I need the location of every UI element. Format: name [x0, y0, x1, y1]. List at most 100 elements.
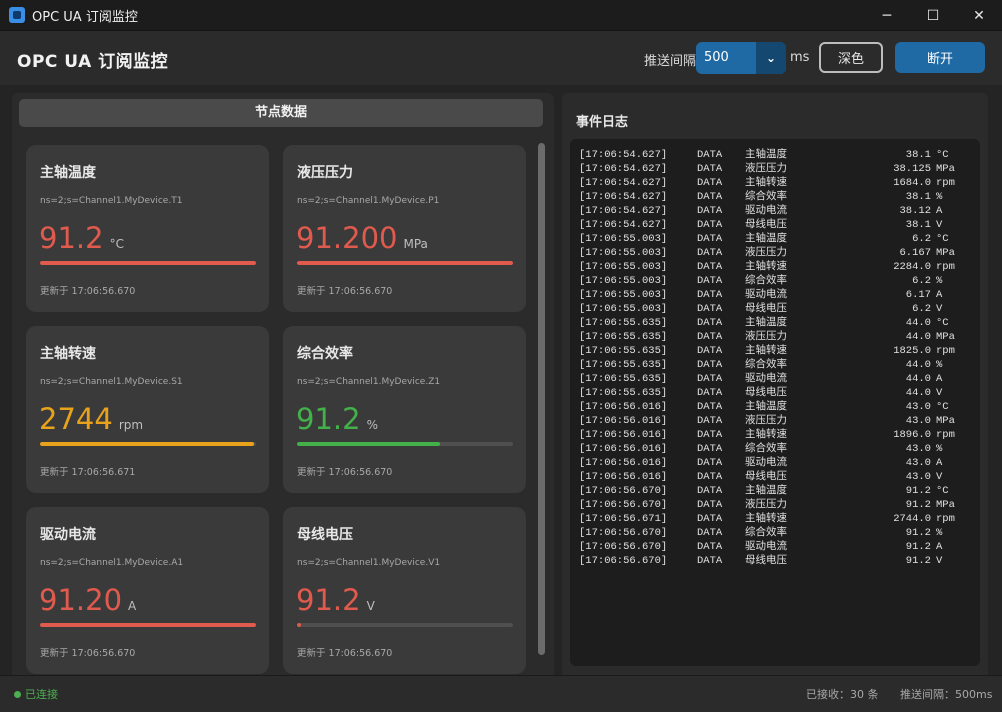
event-log[interactable]: [17:06:54.627] DATA 主轴温度 38.1 °C [17:06:54.62… [570, 139, 980, 666]
log-unit: °C [936, 233, 949, 245]
log-value: 38.1 [905, 149, 931, 161]
log-time: [17:06:56.670] [579, 485, 668, 497]
log-unit: MPa [936, 499, 955, 511]
log-value: 91.2 [905, 485, 931, 497]
node-progress-fill [297, 442, 440, 446]
log-time: [17:06:55.003] [579, 233, 668, 245]
log-time: [17:06:56.016] [579, 401, 668, 413]
log-unit: MPa [936, 331, 955, 343]
status-interval: 推送间隔：500ms [900, 688, 993, 701]
log-time: [17:06:56.670] [579, 541, 668, 553]
log-line: [17:06:56.016] DATA 母线电压 43.0 V [579, 470, 980, 484]
header: OPC UA 订阅监控 推送间隔 500 ⌄ ms 深色 断开 [0, 31, 1002, 85]
app-icon [9, 7, 25, 23]
log-value: 44.0 [905, 387, 931, 399]
nodes-scrollbar[interactable] [538, 143, 545, 655]
node-progress-fill [40, 261, 256, 265]
node-unit: °C [109, 237, 124, 251]
log-kind: DATA [697, 233, 723, 245]
log-line: [17:06:55.635] DATA 母线电压 44.0 V [579, 386, 980, 400]
log-value: 2284.0 [893, 261, 931, 273]
log-value: 91.2 [905, 527, 931, 539]
node-id: ns=2;s=Channel1.MyDevice.Z1 [297, 377, 441, 387]
node-card-title: 驱动电流 [40, 527, 96, 543]
log-value: 91.2 [905, 555, 931, 567]
node-progress-fill [40, 442, 254, 446]
log-line: [17:06:56.016] DATA 主轴转速 1896.0 rpm [579, 428, 980, 442]
node-id: ns=2;s=Channel1.MyDevice.P1 [297, 196, 440, 206]
log-unit: °C [936, 401, 949, 413]
log-time: [17:06:55.003] [579, 261, 668, 273]
node-card: 驱动电流 ns=2;s=Channel1.MyDevice.A1 91.20 A 更新于… [26, 507, 269, 674]
window-title: OPC UA 订阅监控 [32, 9, 138, 25]
log-unit: V [936, 555, 943, 567]
log-kind: DATA [697, 387, 723, 399]
nodes-panel: 节点数据 主轴温度 ns=2;s=Channel1.MyDevice.T1 91.2… [12, 93, 554, 675]
log-kind: DATA [697, 471, 723, 483]
log-time: [17:06:56.016] [579, 429, 668, 441]
log-unit: rpm [936, 345, 955, 357]
log-line: [17:06:55.003] DATA 主轴温度 6.2 °C [579, 232, 980, 246]
connection-status: 已连接 [25, 688, 58, 701]
interval-select[interactable]: 500 ⌄ [696, 42, 786, 74]
log-kind: DATA [697, 331, 723, 343]
log-unit: MPa [936, 415, 955, 427]
maximize-icon[interactable]: ☐ [910, 0, 956, 31]
log-node-name: 综合效率 [745, 443, 787, 455]
log-kind: DATA [697, 373, 723, 385]
log-node-name: 驱动电流 [745, 541, 787, 553]
interval-value[interactable]: 500 [696, 42, 756, 74]
log-value: 1896.0 [893, 429, 931, 441]
log-line: [17:06:54.627] DATA 主轴温度 38.1 °C [579, 148, 980, 162]
chevron-down-icon[interactable]: ⌄ [756, 42, 786, 74]
log-value: 6.2 [912, 303, 931, 315]
log-value: 38.12 [899, 205, 931, 217]
log-node-name: 母线电压 [745, 387, 787, 399]
log-time: [17:06:56.670] [579, 527, 668, 539]
node-value-row: 91.2 V [296, 583, 375, 617]
log-node-name: 驱动电流 [745, 457, 787, 469]
log-unit: A [936, 457, 943, 469]
log-time: [17:06:55.003] [579, 247, 668, 259]
node-value: 2744 [39, 402, 113, 436]
log-time: [17:06:55.003] [579, 289, 668, 301]
log-panel: 事件日志 [17:06:54.627] DATA 主轴温度 38.1 °C [17:06:… [562, 93, 988, 675]
disconnect-button[interactable]: 断开 [895, 42, 985, 73]
log-value: 43.0 [905, 415, 931, 427]
log-node-name: 母线电压 [745, 303, 787, 315]
log-time: [17:06:56.016] [579, 415, 668, 427]
log-time: [17:06:56.670] [579, 499, 668, 511]
node-id: ns=2;s=Channel1.MyDevice.T1 [40, 196, 183, 206]
close-icon[interactable]: ✕ [956, 0, 1002, 31]
interval-unit: ms [790, 50, 810, 65]
node-card: 母线电压 ns=2;s=Channel1.MyDevice.V1 91.2 V 更新于 … [283, 507, 526, 674]
log-time: [17:06:55.635] [579, 387, 668, 399]
log-unit: A [936, 541, 943, 553]
log-time: [17:06:55.003] [579, 303, 668, 315]
status-bar: 已连接 已接收：30 条 推送间隔：500ms [0, 675, 1002, 712]
log-value: 6.167 [899, 247, 931, 259]
log-value: 91.2 [905, 499, 931, 511]
log-kind: DATA [697, 541, 723, 553]
log-time: [17:06:55.635] [579, 331, 668, 343]
log-node-name: 液压压力 [745, 163, 787, 175]
node-progress-fill [297, 261, 513, 265]
log-kind: DATA [697, 527, 723, 539]
node-value: 91.2 [296, 402, 361, 436]
log-node-name: 液压压力 [745, 331, 787, 343]
minimize-icon[interactable]: ─ [864, 0, 910, 31]
log-node-name: 主轴温度 [745, 149, 787, 161]
log-value: 1825.0 [893, 345, 931, 357]
node-value-row: 91.2% [296, 402, 378, 436]
received-count: 已接收：30 条 [806, 688, 879, 701]
log-value: 43.0 [905, 457, 931, 469]
node-value: 91.20 [39, 583, 123, 617]
log-node-name: 驱动电流 [745, 289, 787, 301]
log-line: [17:06:55.003] DATA 主轴转速 2284.0 rpm [579, 260, 980, 274]
log-line: [17:06:55.003] DATA 液压压力 6.167 MPa [579, 246, 980, 260]
log-kind: DATA [697, 163, 723, 175]
theme-button[interactable]: 深色 [819, 42, 883, 73]
log-line: [17:06:56.670] DATA 母线电压 91.2 V [579, 554, 980, 568]
node-card: 主轴转速 ns=2;s=Channel1.MyDevice.S1 2744 rpm 更新… [26, 326, 269, 493]
node-updated-time: 更新于 17:06:56.670 [40, 286, 136, 297]
